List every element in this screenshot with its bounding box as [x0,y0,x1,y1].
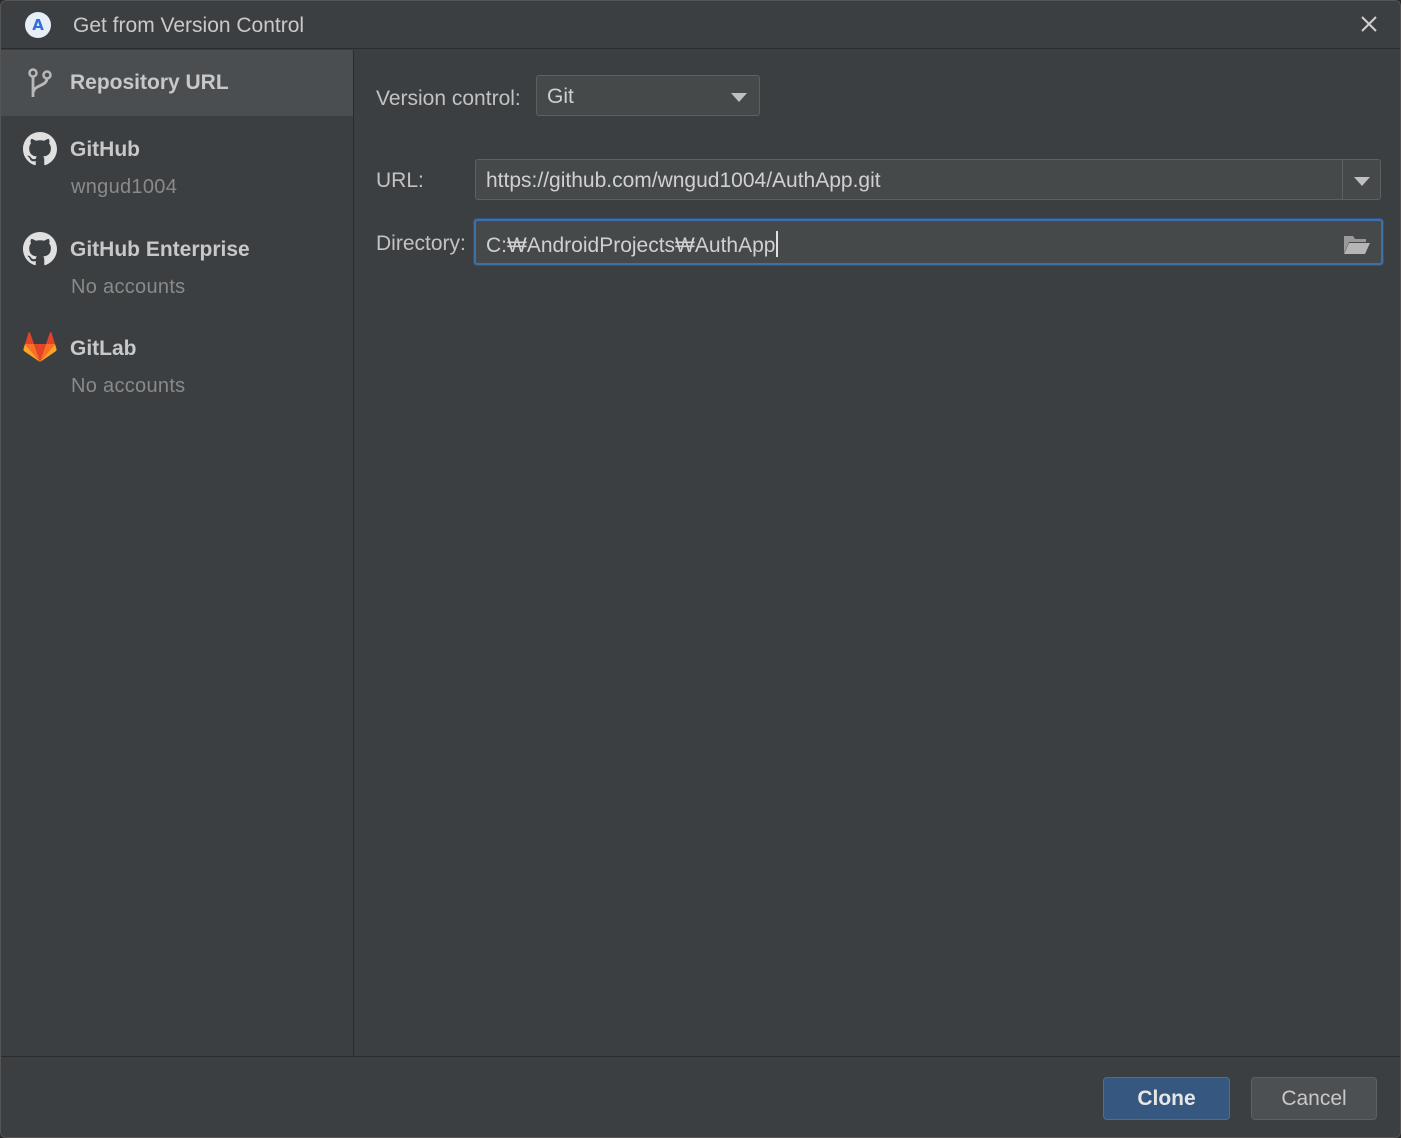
vcs-source-list: Repository URL GitHub wngud1004 GitHub E… [1,50,354,1056]
folder-open-icon[interactable] [1343,233,1371,255]
url-input[interactable]: https://github.com/wngud1004/AuthApp.git [475,159,1381,200]
version-control-label: Version control: [376,87,521,110]
cancel-button[interactable]: Cancel [1251,1077,1377,1120]
android-studio-icon: A [25,12,51,38]
github-icon [23,132,57,166]
app-icon-glyph: A [32,16,44,34]
version-control-select[interactable]: Git [536,75,760,116]
directory-label: Directory: [376,232,466,255]
close-button[interactable] [1356,11,1382,37]
dialog-title: Get from Version Control [73,14,305,37]
url-value: https://github.com/wngud1004/AuthApp.git [486,169,881,192]
url-label: URL: [376,169,424,192]
chevron-down-icon [731,93,747,102]
sidebar-item-github[interactable]: GitHub wngud1004 [1,116,353,216]
dialog-footer: Clone Cancel [1,1056,1400,1137]
version-control-value: Git [547,85,574,108]
github-icon [23,232,57,266]
vcs-branch-icon [28,68,52,97]
text-caret [776,231,779,257]
directory-value: C:₩AndroidProjects₩AuthApp [486,234,776,257]
repository-url-panel: Version control: Git URL: https://github… [355,50,1400,1056]
url-history-dropdown[interactable] [1342,160,1380,199]
sidebar-item-label: Repository URL [70,71,229,94]
close-icon [1361,16,1377,32]
sidebar-item-label: GitLab [70,337,137,360]
sidebar-item-account: wngud1004 [71,176,178,198]
gitlab-icon [23,331,57,362]
sidebar-item-github-enterprise[interactable]: GitHub Enterprise No accounts [1,216,353,316]
title-bar: A Get from Version Control [1,1,1400,49]
sidebar-item-gitlab[interactable]: GitLab No accounts [1,316,353,416]
chevron-down-icon [1354,177,1370,186]
sidebar-item-label: GitHub [70,138,140,161]
sidebar-item-account: No accounts [71,375,186,397]
sidebar-item-repository-url[interactable]: Repository URL [1,50,353,116]
sidebar-item-account: No accounts [71,276,186,298]
sidebar-item-label: GitHub Enterprise [70,238,250,261]
directory-input[interactable]: C:₩AndroidProjects₩AuthApp [474,219,1383,265]
get-from-vcs-dialog: A Get from Version Control Repository UR… [0,0,1401,1138]
clone-button[interactable]: Clone [1103,1077,1230,1120]
